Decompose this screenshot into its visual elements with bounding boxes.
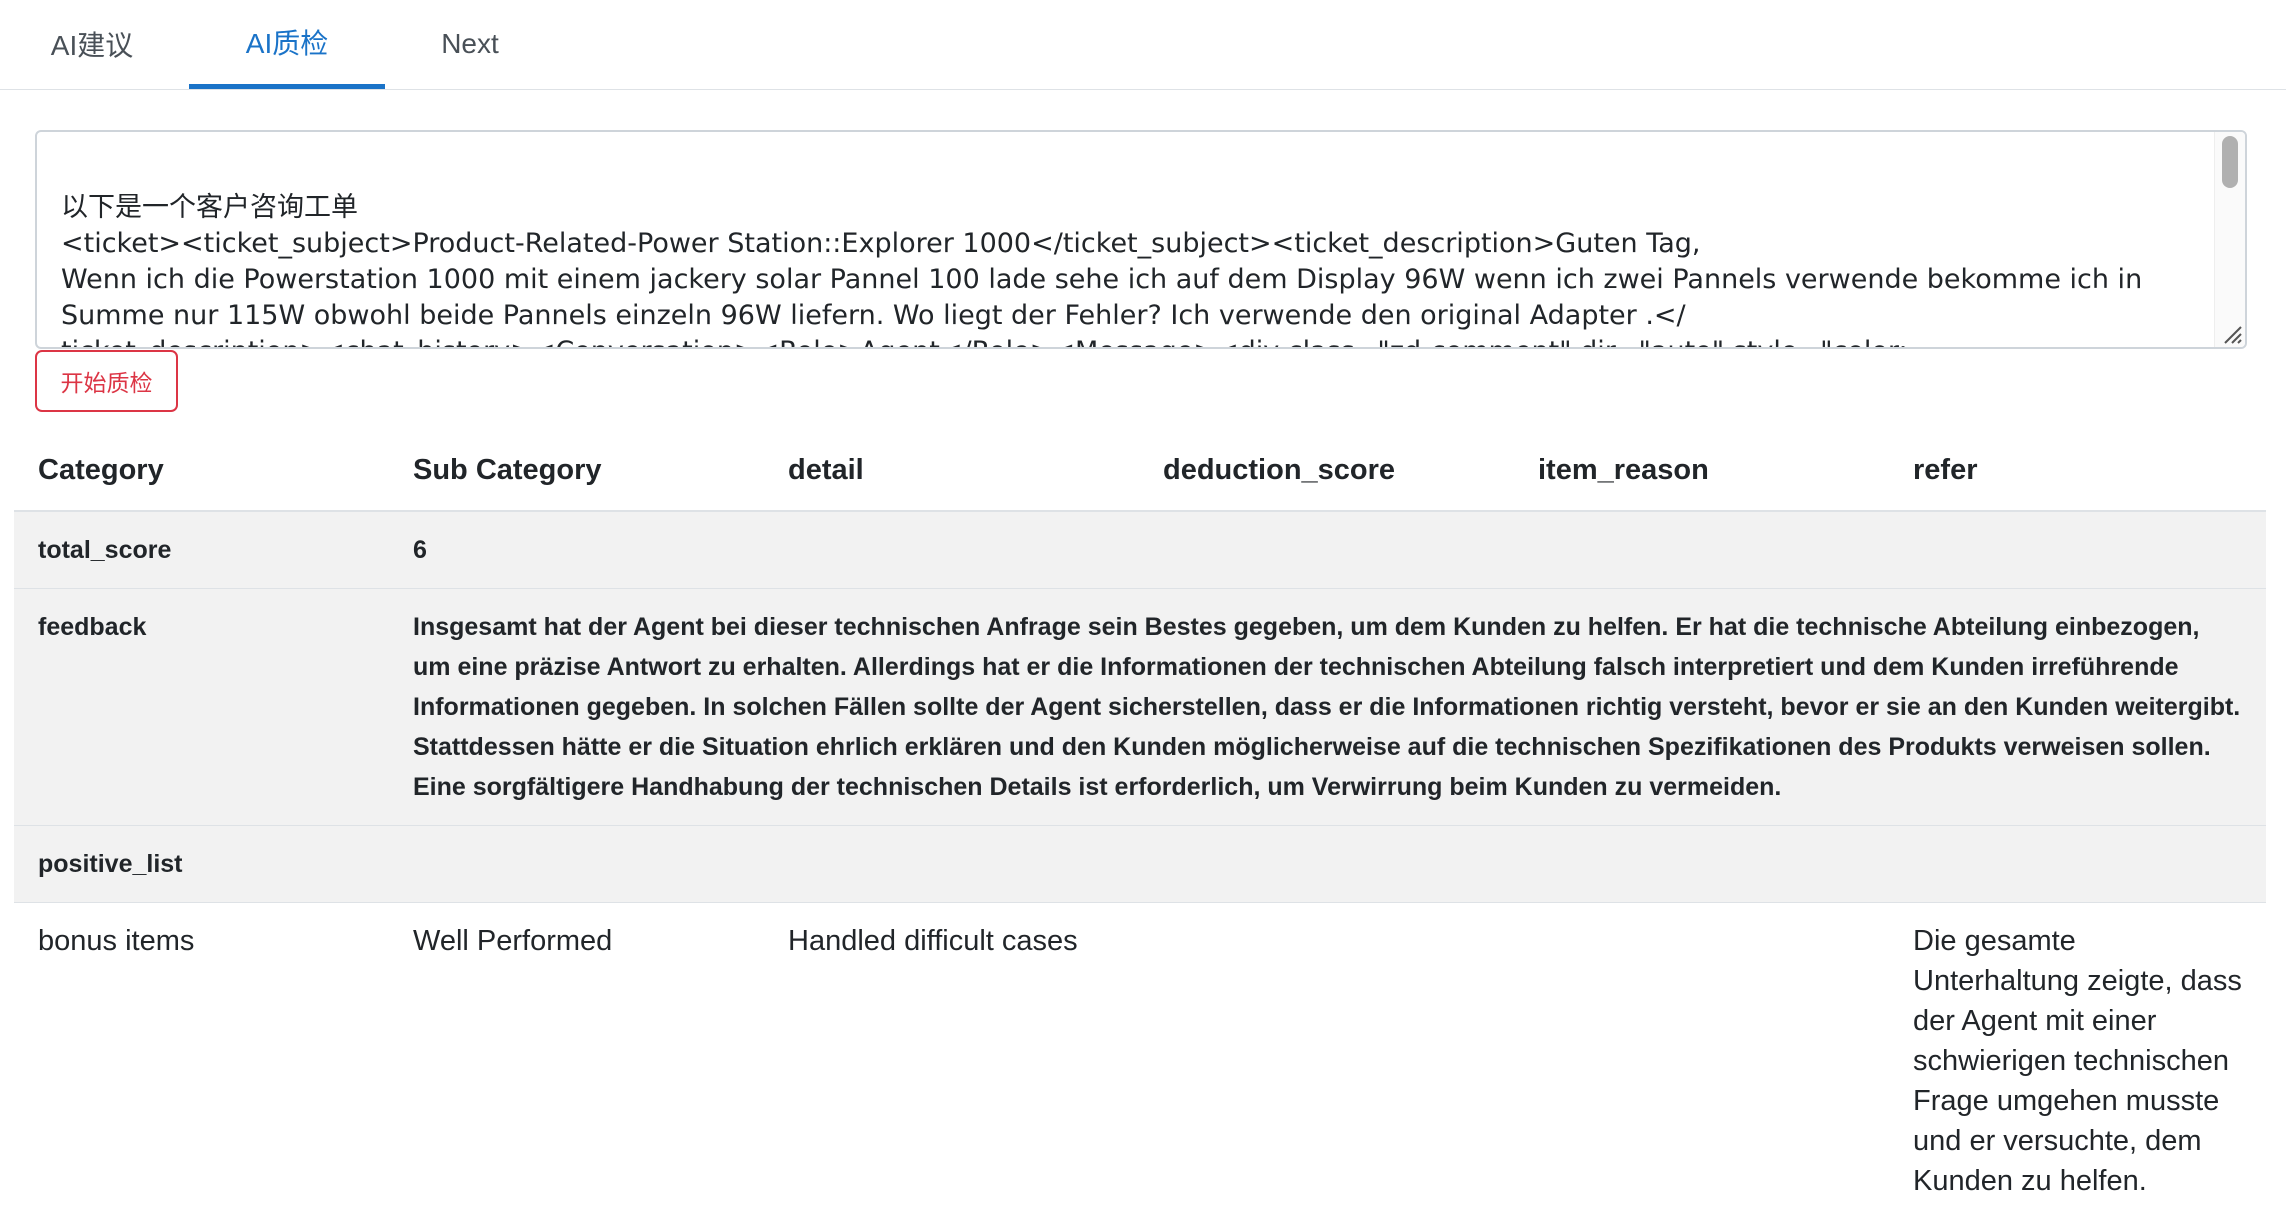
row-sub-category: Well Performed [389, 903, 764, 1219]
column-header-item-reason: item_reason [1514, 430, 1889, 511]
feedback-text: Insgesamt hat der Agent bei dieser techn… [389, 589, 2266, 826]
start-quality-check-button[interactable]: 开始质检 [35, 350, 178, 412]
total-score-label: total_score [14, 511, 389, 589]
table-row: bonus items Well Performed Handled diffi… [14, 903, 2266, 1219]
resize-handle-icon[interactable] [2219, 321, 2243, 345]
row-detail: Handled difficult cases [764, 903, 1139, 1219]
total-score-row: total_score 6 [14, 511, 2266, 589]
column-header-refer: refer [1889, 430, 2266, 511]
column-header-detail: detail [764, 430, 1139, 511]
table-header-row: Category Sub Category detail deduction_s… [14, 430, 2266, 511]
row-refer: Die gesamte Unterhaltung zeigte, dass de… [1889, 903, 2266, 1219]
prompt-textarea-container: 以下是一个客户咨询工单 <ticket><ticket_subject>Prod… [35, 130, 2247, 349]
total-score-value: 6 [389, 511, 2266, 589]
feedback-label: feedback [14, 589, 389, 826]
tab-next[interactable]: Next [420, 0, 520, 87]
prompt-textarea[interactable]: 以下是一个客户咨询工单 <ticket><ticket_subject>Prod… [37, 132, 2207, 347]
textarea-scrollbar[interactable] [2214, 132, 2245, 347]
tab-ai-suggestion[interactable]: AI建议 [30, 0, 154, 87]
tab-bar: AI建议 AI质检 Next [0, 0, 2286, 90]
scrollbar-thumb[interactable] [2222, 136, 2238, 188]
positive-list-label: positive_list [14, 826, 2266, 903]
tab-ai-quality-check[interactable]: AI质检 [189, 0, 385, 89]
row-item-reason [1514, 903, 1889, 1219]
quality-check-table: Category Sub Category detail deduction_s… [14, 430, 2266, 1219]
positive-list-row: positive_list [14, 826, 2266, 903]
feedback-row: feedback Insgesamt hat der Agent bei die… [14, 589, 2266, 826]
row-deduction-score [1139, 903, 1514, 1219]
row-category: bonus items [14, 903, 389, 1219]
column-header-deduction-score: deduction_score [1139, 430, 1514, 511]
column-header-category: Category [14, 430, 389, 511]
column-header-sub-category: Sub Category [389, 430, 764, 511]
